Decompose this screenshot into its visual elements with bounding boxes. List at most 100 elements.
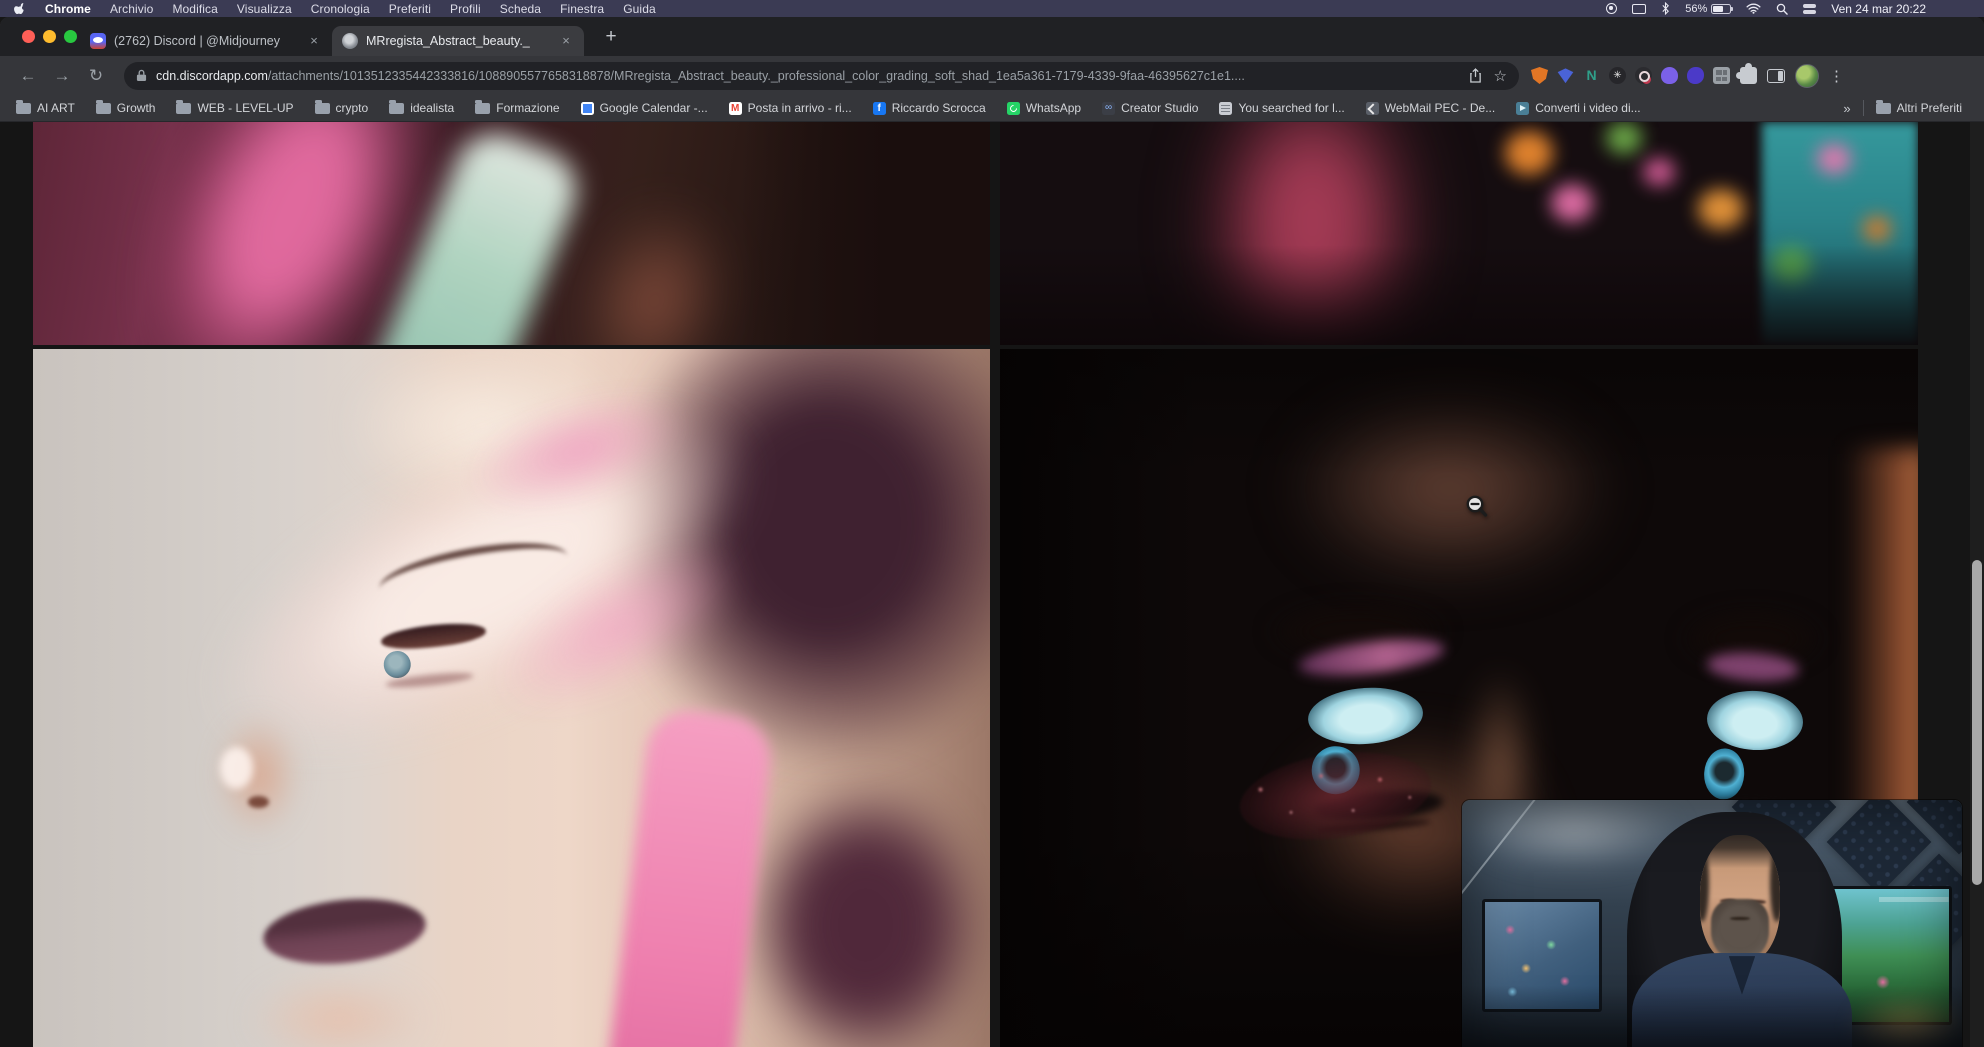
tab-bar: (2762) Discord | @Midjourney × MRregista… [0, 17, 1984, 56]
bookmark-folder-idealista[interactable]: idealista [389, 101, 454, 115]
extension-grid-icon[interactable] [1713, 67, 1730, 84]
midjourney-grid-image-top-left[interactable] [33, 122, 990, 345]
menu-visualizza[interactable]: Visualizza [237, 2, 292, 16]
close-tab-icon[interactable]: × [558, 33, 574, 49]
address-bar[interactable]: cdn.discordapp.com/attachments/101351233… [124, 62, 1519, 90]
dark-bottom-fade [1000, 245, 1918, 345]
side-panel-icon[interactable] [1767, 69, 1785, 83]
bookmark-folder-web-level-up[interactable]: WEB - LEVEL-UP [176, 101, 293, 115]
profile-avatar[interactable] [1795, 64, 1819, 88]
wifi-icon[interactable] [1746, 3, 1761, 14]
toolbar-right: ⋮ [1740, 64, 1844, 88]
bookmarks-divider [1863, 100, 1864, 116]
extension-notion-icon[interactable]: N [1583, 67, 1600, 84]
folder-icon [16, 103, 31, 114]
page-icon [1219, 102, 1232, 115]
bookmark-webmail-pec[interactable]: WebMail PEC - De... [1366, 101, 1495, 115]
webmail-icon [1366, 102, 1379, 115]
midjourney-grid-image-top-right[interactable] [1000, 122, 1918, 345]
bookmark-whatsapp[interactable]: WhatsApp [1007, 101, 1081, 115]
folder-icon [475, 103, 490, 114]
tab-discord[interactable]: (2762) Discord | @Midjourney × [80, 26, 332, 56]
menu-cronologia[interactable]: Cronologia [311, 2, 370, 16]
extension-metamask-icon[interactable] [1531, 67, 1548, 84]
window-controls [22, 30, 77, 43]
url-text: cdn.discordapp.com/attachments/101351233… [156, 69, 1457, 83]
extension-dark-icon[interactable]: ✳ [1609, 67, 1626, 84]
reload-button[interactable]: ↻ [82, 62, 110, 90]
zoom-out-cursor-icon [1464, 493, 1491, 520]
chrome-menu-icon[interactable]: ⋮ [1829, 67, 1844, 85]
chin-highlight [224, 963, 454, 1047]
other-bookmarks-folder[interactable]: Altri Preferiti [1876, 101, 1962, 115]
bookmark-facebook-profile[interactable]: Riccardo Scrocca [873, 101, 986, 115]
menu-profili[interactable]: Profili [450, 2, 481, 16]
extensions-row: N ✳ [1531, 67, 1730, 84]
toolbar: ← → ↻ cdn.discordapp.com/attachments/101… [0, 56, 1984, 95]
minimize-window-button[interactable] [43, 30, 56, 43]
menu-archivio[interactable]: Archivio [110, 2, 153, 16]
extension-blue-wallet-icon[interactable] [1557, 67, 1574, 84]
meta-infinity-icon [1102, 102, 1115, 115]
forward-button[interactable]: → [48, 62, 76, 90]
bluetooth-icon[interactable] [1661, 2, 1670, 15]
extension-violet-icon[interactable] [1687, 67, 1704, 84]
nose-highlight [220, 747, 253, 789]
spotlight-icon[interactable] [1776, 3, 1788, 15]
bookmarks-overflow-chevron[interactable]: » [1843, 101, 1850, 116]
bookmark-star-icon[interactable]: ☆ [1494, 67, 1507, 85]
bokeh-dot [1505, 131, 1553, 175]
menu-preferiti[interactable]: Preferiti [389, 2, 431, 16]
bokeh-dot [1698, 189, 1744, 229]
share-icon[interactable] [1469, 68, 1482, 83]
menu-guida[interactable]: Guida [623, 2, 656, 16]
menu-clock[interactable]: Ven 24 mar 20:22 [1831, 2, 1926, 16]
extension-password-key-icon[interactable] [1635, 67, 1652, 84]
tab-title: MRregista_Abstract_beauty._ [366, 34, 550, 48]
chrome-window: (2762) Discord | @Midjourney × MRregista… [0, 17, 1984, 1047]
webcam-vignette [1462, 800, 1962, 1047]
bookmark-folder-ai-art[interactable]: AI ART [16, 101, 75, 115]
discord-favicon [90, 33, 106, 49]
url-domain: cdn.discordapp.com [156, 69, 268, 83]
bookmarks-bar: AI ART Growth WEB - LEVEL-UP crypto idea… [0, 95, 1984, 122]
battery-status[interactable]: 56% [1685, 3, 1731, 15]
menu-finestra[interactable]: Finestra [560, 2, 604, 16]
display-icon[interactable] [1632, 4, 1646, 14]
bookmark-folder-crypto[interactable]: crypto [315, 101, 369, 115]
zoom-window-button[interactable] [64, 30, 77, 43]
menu-modifica[interactable]: Modifica [172, 2, 217, 16]
bookmark-you-searched[interactable]: You searched for l... [1219, 101, 1344, 115]
extensions-puzzle-icon[interactable] [1740, 67, 1757, 84]
close-window-button[interactable] [22, 30, 35, 43]
control-center-icon[interactable] [1803, 4, 1816, 14]
scrollbar-track[interactable] [1970, 122, 1984, 1047]
screen: Chrome Archivio Modifica Visualizza Cron… [0, 0, 1984, 1047]
midjourney-grid-image-bottom-left[interactable] [33, 349, 990, 1047]
close-tab-icon[interactable]: × [306, 33, 322, 49]
lock-icon[interactable] [136, 69, 147, 82]
menu-scheda[interactable]: Scheda [500, 2, 541, 16]
dark-lips [260, 892, 428, 971]
record-icon[interactable] [1606, 3, 1617, 14]
bookmark-google-calendar[interactable]: Google Calendar -... [581, 101, 708, 115]
google-calendar-icon [581, 102, 594, 115]
scrollbar-thumb[interactable] [1972, 560, 1982, 885]
apple-logo-icon[interactable] [14, 2, 27, 15]
bookmark-creator-studio[interactable]: Creator Studio [1102, 101, 1198, 115]
new-tab-button[interactable]: + [598, 24, 624, 50]
tab-image-viewer[interactable]: MRregista_Abstract_beauty._ × [332, 26, 584, 56]
menu-chrome[interactable]: Chrome [45, 2, 91, 16]
page-content [0, 122, 1984, 1047]
folder-icon [96, 103, 111, 114]
bookmark-folder-formazione[interactable]: Formazione [475, 101, 559, 115]
bookmark-gmail-inbox[interactable]: Posta in arrivo - ri... [729, 101, 852, 115]
back-button[interactable]: ← [14, 62, 42, 90]
bookmark-converti-video[interactable]: Converti i video di... [1516, 101, 1640, 115]
extension-purple-icon[interactable] [1661, 67, 1678, 84]
image-favicon [342, 33, 358, 49]
bokeh-dot [1551, 184, 1593, 222]
bookmark-folder-growth[interactable]: Growth [96, 101, 156, 115]
facebook-icon [873, 102, 886, 115]
gmail-icon [729, 102, 742, 115]
